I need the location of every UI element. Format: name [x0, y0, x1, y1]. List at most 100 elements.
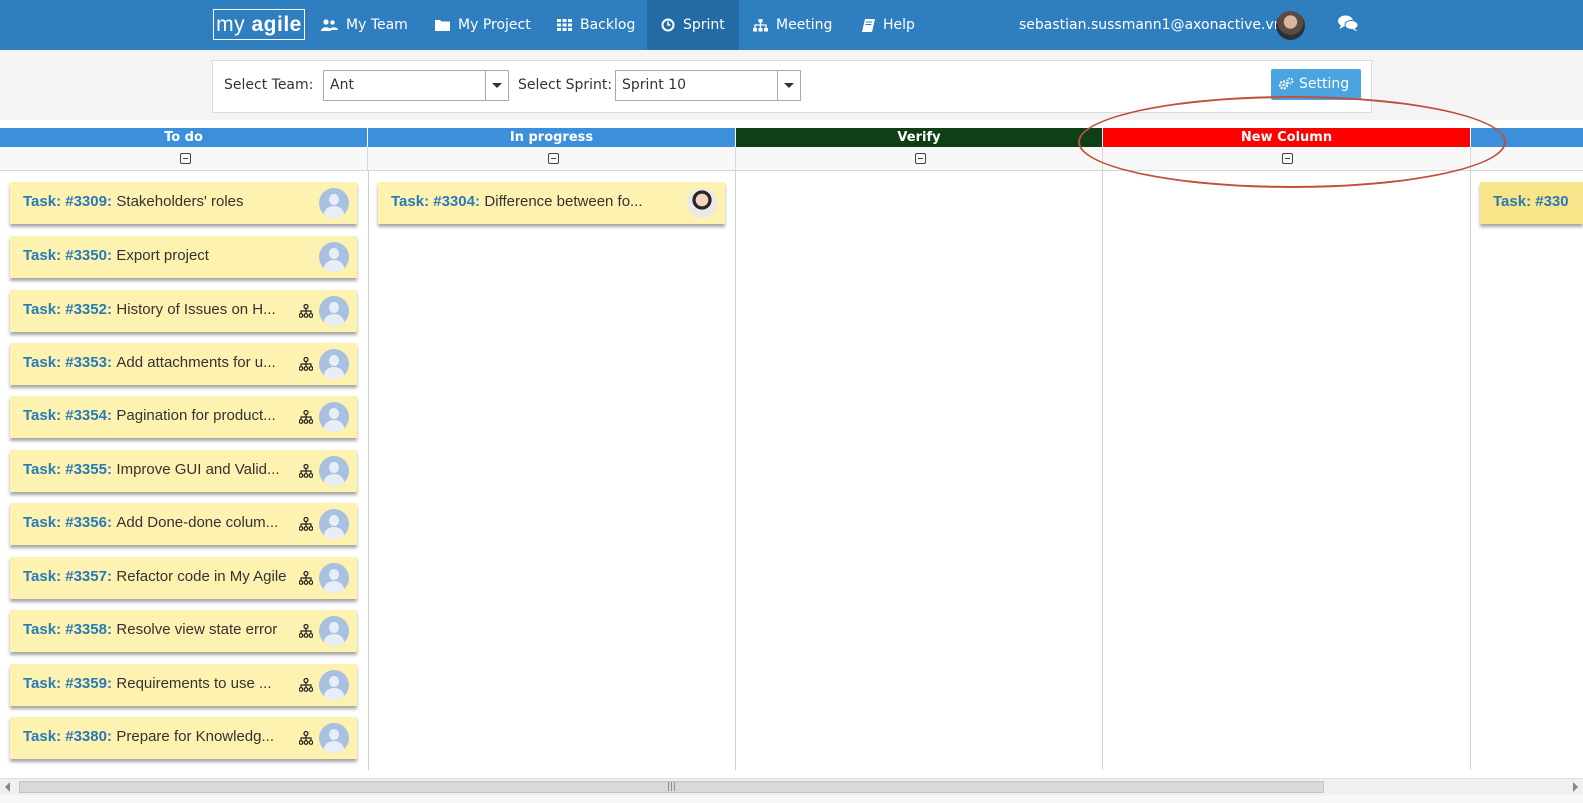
task-id[interactable]: Task: #3309: — [23, 193, 112, 210]
task-title: Add Done-done colum... — [116, 514, 279, 531]
task-id[interactable]: Task: #330 — [1493, 193, 1569, 210]
task-id[interactable]: Task: #3355: — [23, 461, 112, 478]
task-card[interactable]: Task: #330 — [1480, 182, 1583, 224]
task-title: Export project — [116, 247, 209, 264]
scroll-left-icon[interactable] — [5, 782, 10, 792]
task-card[interactable]: Task: #3304: Difference between fo... — [378, 182, 725, 224]
nav-label: My Project — [458, 17, 531, 33]
assignee-avatar[interactable] — [319, 670, 349, 700]
collapse-icon[interactable] — [180, 153, 191, 164]
scroll-right-icon[interactable] — [1573, 782, 1578, 792]
assignee-avatar[interactable] — [319, 188, 349, 218]
task-title: Stakeholders' roles — [116, 193, 244, 210]
select-sprint-dropdown[interactable]: Sprint 10 — [615, 70, 801, 101]
assignee-avatar[interactable] — [319, 616, 349, 646]
task-id[interactable]: Task: #3354: — [23, 407, 112, 424]
task-id[interactable]: Task: #3357: — [23, 568, 112, 585]
chevron-down-icon[interactable] — [777, 71, 800, 100]
task-id[interactable]: Task: #3353: — [23, 354, 112, 371]
nav-my-project[interactable]: My Project — [421, 0, 545, 50]
column-body-next — [1471, 171, 1583, 770]
column-header-in-progress: In progress — [368, 128, 736, 147]
collapse-icon[interactable] — [548, 153, 559, 164]
chat-icon[interactable] — [1338, 15, 1358, 32]
task-card[interactable]: Task: #3354: Pagination for product... — [10, 396, 357, 438]
scrollbar-grip-icon: ||| — [667, 782, 677, 792]
task-title: Difference between fo... — [484, 193, 643, 210]
task-card[interactable]: Task: #3353: Add attachments for u... — [10, 343, 357, 385]
task-card[interactable]: Task: #3352: History of Issues on H... — [10, 290, 357, 332]
task-card[interactable]: Task: #3357: Refactor code in My Agile — [10, 557, 357, 599]
column-toolbar-verify — [736, 147, 1103, 171]
task-title: Refactor code in My Agile — [116, 568, 287, 585]
nav-help[interactable]: Help — [848, 0, 929, 50]
subtasks-icon[interactable] — [299, 731, 313, 745]
assignee-avatar[interactable] — [319, 349, 349, 379]
task-card[interactable]: Task: #3356: Add Done-done colum... — [10, 503, 357, 545]
top-navbar: my agile My Team My Project Backlog Spri… — [0, 0, 1583, 50]
setting-button-label: Setting — [1299, 76, 1350, 92]
column-header-next — [1471, 128, 1583, 147]
select-team-label: Select Team: — [224, 77, 314, 93]
assignee-avatar[interactable] — [319, 296, 349, 326]
horizontal-scrollbar[interactable]: ||| — [0, 778, 1583, 796]
nav-label: My Team — [346, 17, 408, 33]
task-id[interactable]: Task: #3352: — [23, 301, 112, 318]
nav-label: Meeting — [776, 17, 833, 33]
column-toolbar-next — [1471, 147, 1583, 171]
assignee-avatar[interactable] — [319, 563, 349, 593]
task-card[interactable]: Task: #3359: Requirements to use ... — [10, 664, 357, 706]
column-body-new-column — [1103, 171, 1471, 770]
assignee-avatar[interactable] — [319, 402, 349, 432]
subtasks-icon[interactable] — [299, 678, 313, 692]
task-id[interactable]: Task: #3359: — [23, 675, 112, 692]
task-title: Pagination for product... — [116, 407, 276, 424]
setting-button[interactable]: Setting — [1271, 69, 1361, 100]
user-email[interactable]: sebastian.sussmann1@axonactive.vn — [1019, 0, 1283, 50]
task-card[interactable]: Task: #3380: Prepare for Knowledg... — [10, 717, 357, 759]
task-id[interactable]: Task: #3304: — [391, 193, 480, 210]
subtasks-icon[interactable] — [299, 571, 313, 585]
assignee-avatar[interactable] — [687, 188, 717, 218]
assignee-avatar[interactable] — [319, 509, 349, 539]
task-card[interactable]: Task: #3358: Resolve view state error — [10, 610, 357, 652]
collapse-icon[interactable] — [1282, 153, 1293, 164]
subtasks-icon[interactable] — [299, 464, 313, 478]
task-title: Prepare for Knowledg... — [116, 728, 274, 745]
task-id[interactable]: Task: #3380: — [23, 728, 112, 745]
nav-backlog[interactable]: Backlog — [543, 0, 649, 50]
task-card[interactable]: Task: #3355: Improve GUI and Valid... — [10, 450, 357, 492]
subtasks-icon[interactable] — [299, 357, 313, 371]
nav-label: Backlog — [580, 17, 636, 33]
folder-icon — [435, 20, 450, 31]
column-header-verify: Verify — [736, 128, 1103, 147]
subtasks-icon[interactable] — [299, 410, 313, 424]
subtasks-icon[interactable] — [299, 304, 313, 318]
assignee-avatar[interactable] — [319, 242, 349, 272]
nav-meeting[interactable]: Meeting — [739, 0, 846, 50]
task-id[interactable]: Task: #3356: — [23, 514, 112, 531]
assignee-avatar[interactable] — [319, 723, 349, 753]
chevron-down-icon[interactable] — [485, 71, 508, 100]
app-logo[interactable]: my agile — [213, 9, 305, 40]
user-avatar[interactable] — [1276, 11, 1305, 40]
subtasks-icon[interactable] — [299, 517, 313, 531]
task-card[interactable]: Task: #3350: Export project — [10, 236, 357, 278]
task-id[interactable]: Task: #3350: — [23, 247, 112, 264]
nav-sprint[interactable]: Sprint — [647, 0, 739, 50]
task-card[interactable]: Task: #3309: Stakeholders' roles — [10, 182, 357, 224]
clock-icon — [661, 18, 675, 32]
subtasks-icon[interactable] — [299, 624, 313, 638]
column-toolbar-new-column — [1103, 147, 1471, 171]
users-icon — [321, 18, 338, 31]
column-header-todo: To do — [0, 128, 368, 147]
task-title: Improve GUI and Valid... — [116, 461, 280, 478]
select-sprint-label: Select Sprint: — [518, 77, 613, 93]
column-body-verify — [736, 171, 1103, 770]
collapse-icon[interactable] — [915, 153, 926, 164]
task-id[interactable]: Task: #3358: — [23, 621, 112, 638]
select-team-dropdown[interactable]: Ant — [323, 70, 509, 101]
assignee-avatar[interactable] — [319, 456, 349, 486]
nav-my-team[interactable]: My Team — [307, 0, 422, 50]
nav-label: Sprint — [683, 17, 725, 33]
